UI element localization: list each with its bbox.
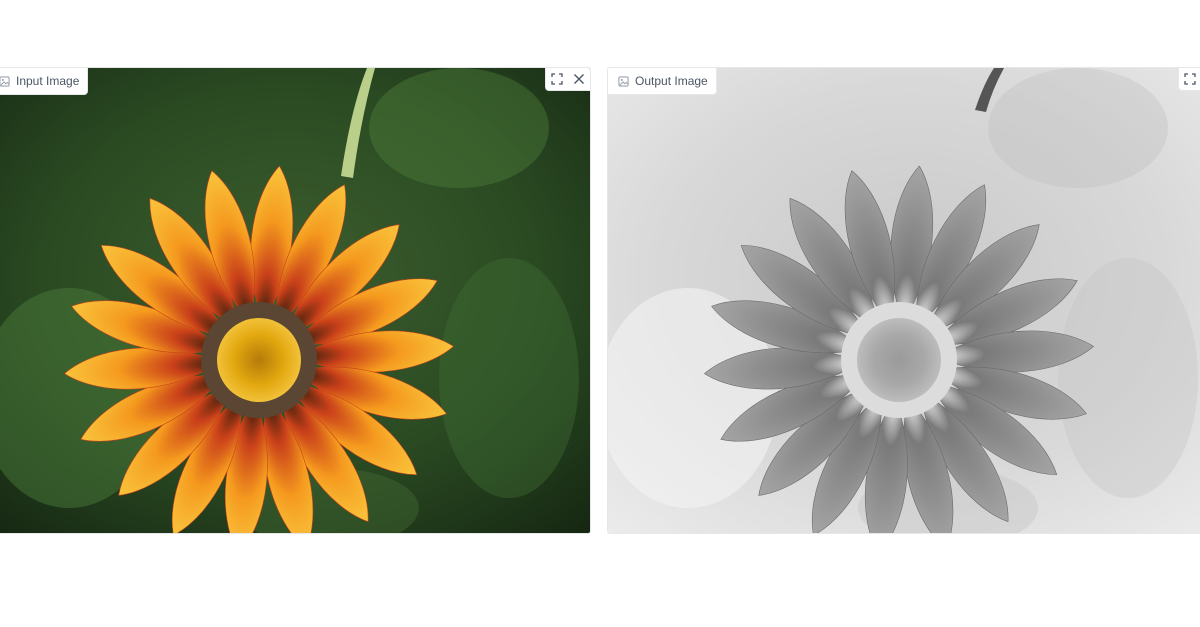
input-image-panel: Input Image xyxy=(0,67,591,534)
output-image-panel: Output Image xyxy=(607,67,1200,534)
close-icon xyxy=(573,73,585,85)
clear-button[interactable] xyxy=(568,68,590,90)
input-image xyxy=(0,68,590,533)
input-image-label: Input Image xyxy=(0,68,89,95)
image-icon xyxy=(618,75,629,87)
fullscreen-icon xyxy=(551,73,563,85)
input-image-toolbar xyxy=(545,68,590,91)
flower-center xyxy=(857,318,941,402)
output-image-toolbar xyxy=(1178,68,1200,91)
output-image-label: Output Image xyxy=(608,68,717,95)
fullscreen-icon xyxy=(1184,73,1196,85)
fullscreen-button[interactable] xyxy=(1179,68,1200,90)
output-image xyxy=(608,68,1200,533)
fullscreen-button[interactable] xyxy=(546,68,568,90)
image-icon xyxy=(0,75,10,87)
flower-center xyxy=(217,318,301,402)
